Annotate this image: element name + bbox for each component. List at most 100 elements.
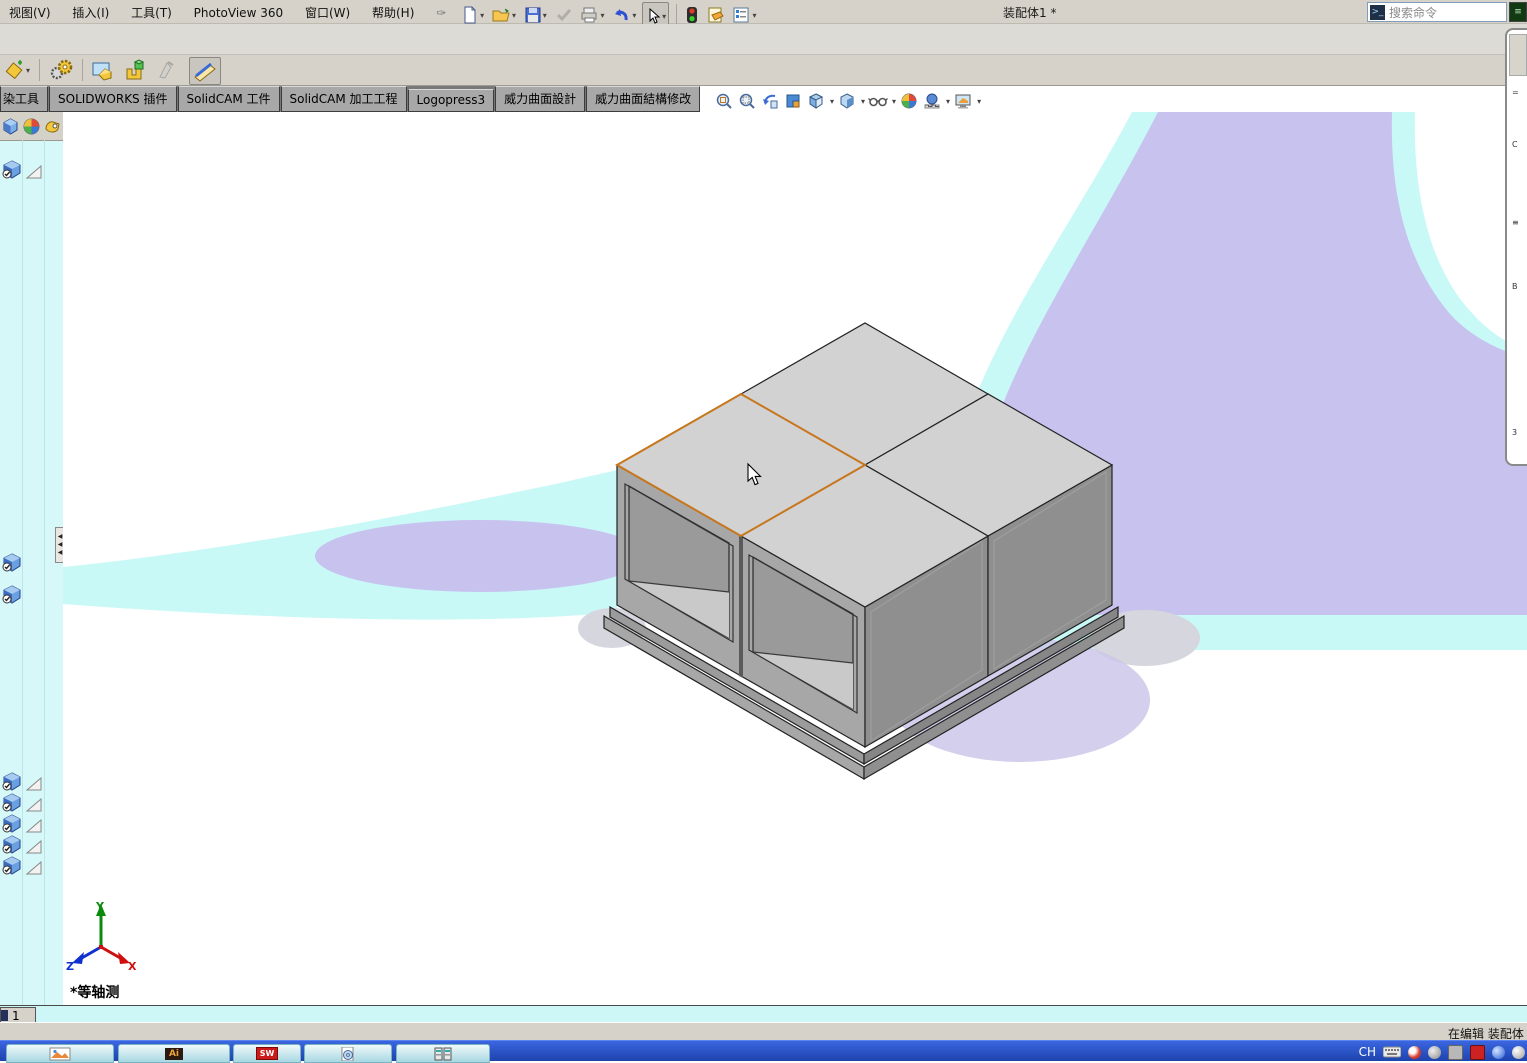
plane-icon[interactable] bbox=[25, 162, 45, 182]
component-icon[interactable] bbox=[2, 160, 22, 180]
view-settings-button[interactable] bbox=[953, 91, 973, 111]
tab-power-surface-design[interactable]: 威力曲面設計 bbox=[495, 86, 586, 112]
search-icon: >_ bbox=[1370, 4, 1385, 20]
menu-bar: 视图(V) 插入(I) 工具(T) PhotoView 360 窗口(W) 帮助… bbox=[0, 0, 1527, 30]
language-indicator[interactable]: CH bbox=[1359, 1045, 1376, 1059]
display-style-dropdown[interactable]: ▾ bbox=[861, 97, 865, 106]
view-orientation-dropdown[interactable]: ▾ bbox=[830, 97, 834, 106]
component-icon[interactable] bbox=[2, 835, 22, 855]
plane-icon[interactable] bbox=[25, 837, 45, 857]
tray-icon-red-box[interactable] bbox=[1470, 1044, 1485, 1060]
section-view-button[interactable] bbox=[783, 91, 803, 111]
heads-up-toolbar: ▾ ▾ ▾ ▾ ▾ bbox=[714, 90, 981, 112]
component-icon[interactable] bbox=[2, 553, 22, 573]
feature-tree-tab[interactable] bbox=[1, 117, 20, 136]
component-icon[interactable] bbox=[2, 585, 22, 605]
keyboard-icon[interactable] bbox=[1383, 1046, 1401, 1058]
graphics-viewport[interactable]: Y X Z bbox=[63, 112, 1527, 1005]
tray-icon-blue-sphere[interactable] bbox=[1492, 1045, 1505, 1059]
view-orientation-icon bbox=[808, 93, 824, 109]
tab-solidworks-addins[interactable]: SOLIDWORKS 插件 bbox=[49, 86, 177, 112]
tab-power-surface-edit[interactable]: 威力曲面結構修改 bbox=[586, 86, 701, 112]
save-icon bbox=[525, 7, 541, 23]
apply-scene-button[interactable] bbox=[922, 91, 942, 111]
menu-insert[interactable]: 插入(I) bbox=[63, 0, 118, 25]
section-view-icon bbox=[786, 94, 800, 108]
feature-panel-tabs bbox=[0, 112, 64, 141]
rebuild-traffic-light-icon bbox=[686, 7, 697, 23]
zoom-to-area-icon bbox=[739, 93, 755, 109]
tab-render-tools[interactable]: 染工具 bbox=[0, 86, 49, 112]
tray-icon-camera[interactable] bbox=[1428, 1045, 1441, 1059]
plane-icon[interactable] bbox=[25, 816, 45, 836]
toolbar-spacer-band bbox=[0, 24, 1527, 55]
view-orientation-label: *等轴测 bbox=[70, 985, 120, 1001]
search-placeholder: 搜索命令 bbox=[1389, 5, 1438, 20]
disabled-icon bbox=[556, 9, 571, 22]
taskbar-app-illustrator[interactable]: Ai bbox=[118, 1044, 230, 1063]
cam-manager-tab[interactable] bbox=[43, 117, 62, 136]
menu-tools[interactable]: 工具(T) bbox=[122, 0, 181, 25]
menu-view[interactable]: 视图(V) bbox=[0, 0, 60, 25]
triad-x-label: X bbox=[128, 960, 137, 973]
taskbar-app-disc-document[interactable] bbox=[304, 1044, 392, 1063]
system-tray: CH bbox=[1359, 1043, 1525, 1061]
active-tool-button[interactable] bbox=[188, 57, 221, 85]
tray-icon-red-sphere[interactable] bbox=[1408, 1045, 1421, 1059]
zoom-to-fit-button[interactable] bbox=[714, 91, 734, 111]
previous-view-button[interactable] bbox=[760, 91, 780, 111]
tab-solidcam-operations[interactable]: SolidCAM 加工工程 bbox=[280, 86, 407, 112]
assembly-toolbar: ▾ bbox=[0, 55, 1527, 86]
hide-show-dropdown[interactable]: ▾ bbox=[892, 97, 896, 106]
titlebar-corner-icon[interactable]: ≡ bbox=[1509, 2, 1527, 22]
tray-icon-printer[interactable] bbox=[1448, 1044, 1463, 1060]
command-search[interactable]: >_ 搜索命令 bbox=[1367, 2, 1507, 22]
edit-appearance-button[interactable] bbox=[899, 91, 919, 111]
mate-button[interactable] bbox=[47, 57, 75, 83]
plane-icon[interactable] bbox=[25, 795, 45, 815]
task-pane-header bbox=[1509, 34, 1527, 76]
solidworks-icon: SW bbox=[255, 1047, 279, 1060]
taskbar-app-file-manager[interactable] bbox=[396, 1044, 490, 1063]
component-icon[interactable] bbox=[2, 856, 22, 876]
apply-scene-icon bbox=[924, 93, 940, 109]
tab-solidcam-part[interactable]: SolidCAM 工件 bbox=[177, 86, 280, 112]
previous-view-icon bbox=[763, 94, 778, 109]
component-preview-icon bbox=[92, 62, 112, 81]
disc-document-icon bbox=[341, 1046, 354, 1061]
display-manager-tab[interactable] bbox=[22, 117, 41, 136]
menu-pin-icon[interactable]: ✑ bbox=[427, 2, 455, 24]
plane-icon[interactable] bbox=[25, 858, 45, 878]
open-icon bbox=[492, 8, 510, 22]
taskbar-app-image-viewer[interactable] bbox=[6, 1044, 114, 1063]
component-icon[interactable] bbox=[2, 772, 22, 792]
zoom-to-area-button[interactable] bbox=[737, 91, 757, 111]
view-orientation-button[interactable] bbox=[806, 91, 826, 111]
active-tool-icon bbox=[194, 62, 216, 82]
plane-icon[interactable] bbox=[25, 774, 45, 794]
menu-photoview[interactable]: PhotoView 360 bbox=[185, 2, 292, 24]
insert-component-button[interactable]: ▾ bbox=[3, 57, 32, 83]
hide-show-items-button[interactable] bbox=[868, 91, 889, 111]
component-icon[interactable] bbox=[2, 814, 22, 834]
file-properties-icon bbox=[708, 7, 724, 23]
tray-icon-gray-sphere[interactable] bbox=[1512, 1045, 1525, 1059]
component-preview-button[interactable] bbox=[89, 57, 117, 83]
view-settings-icon bbox=[955, 94, 971, 109]
move-component-button[interactable] bbox=[121, 57, 149, 83]
disabled-tool-button bbox=[153, 57, 179, 83]
taskbar-app-solidworks[interactable]: SW bbox=[233, 1044, 301, 1063]
triad-y-label: Y bbox=[95, 900, 105, 913]
mate-gears-icon bbox=[50, 59, 72, 80]
component-icon[interactable] bbox=[2, 793, 22, 813]
task-pane[interactable]: = C ≡ B 3 bbox=[1505, 28, 1527, 466]
apply-scene-dropdown[interactable]: ▾ bbox=[946, 97, 950, 106]
command-tab-row: 染工具 SOLIDWORKS 插件 SolidCAM 工件 SolidCAM 加… bbox=[0, 86, 701, 112]
tab-logopress3[interactable]: Logopress3 bbox=[407, 89, 495, 112]
view-settings-dropdown[interactable]: ▾ bbox=[977, 97, 981, 106]
menu-window[interactable]: 窗口(W) bbox=[296, 0, 359, 25]
menu-help[interactable]: 帮助(H) bbox=[363, 0, 423, 25]
display-style-icon bbox=[840, 93, 854, 109]
display-style-button[interactable] bbox=[837, 91, 857, 111]
print-icon bbox=[581, 7, 597, 23]
